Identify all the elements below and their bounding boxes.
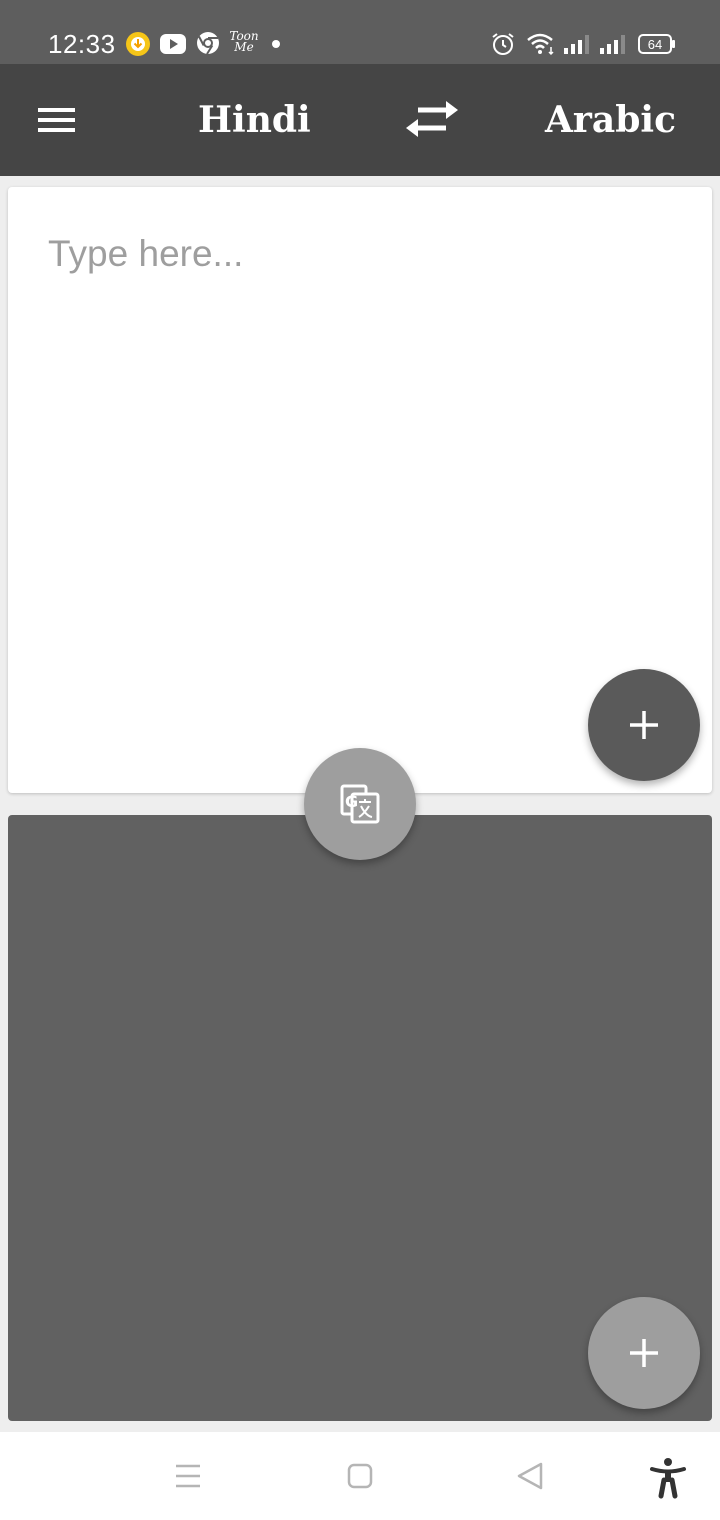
target-language-button[interactable]: Arabic xyxy=(545,100,676,140)
google-translate-icon: G xyxy=(340,784,380,824)
hamburger-menu-icon xyxy=(38,108,75,132)
app-bar: Hindi Arabic xyxy=(0,64,720,176)
recent-apps-button[interactable] xyxy=(166,1456,210,1500)
accessibility-button[interactable] xyxy=(646,1456,690,1500)
signal-icon xyxy=(564,35,589,54)
wifi-icon xyxy=(527,33,554,56)
chrome-icon xyxy=(197,32,219,55)
source-text-input[interactable] xyxy=(48,233,668,693)
status-time: 12:33 xyxy=(48,29,116,59)
swap-languages-button[interactable] xyxy=(400,96,464,144)
translate-button[interactable]: G xyxy=(304,748,416,860)
signal-icon xyxy=(600,35,625,54)
notification-dot-icon xyxy=(272,40,280,48)
accessibility-icon xyxy=(650,1458,686,1499)
screen: 12:33 Toon Me 64 Hindi Arabic Type here.… xyxy=(0,0,720,1520)
toonme-icon: Toon Me xyxy=(229,29,259,54)
source-language-button[interactable]: Hindi xyxy=(198,100,311,140)
battery-icon: 64 xyxy=(638,34,676,54)
back-button[interactable] xyxy=(508,1456,552,1500)
plus-icon xyxy=(630,1339,658,1367)
swap-arrows-icon xyxy=(406,101,458,137)
home-button[interactable] xyxy=(338,1456,382,1500)
recent-apps-icon xyxy=(176,1464,200,1488)
output-add-button[interactable] xyxy=(588,1297,700,1409)
menu-button[interactable] xyxy=(26,92,86,150)
svg-text:G: G xyxy=(345,792,358,811)
back-icon xyxy=(517,1462,543,1490)
status-bar: 12:33 Toon Me 64 xyxy=(0,0,720,64)
plus-icon xyxy=(630,711,658,739)
download-icon xyxy=(126,32,150,56)
battery-level: 64 xyxy=(647,36,663,52)
input-add-button[interactable] xyxy=(588,669,700,781)
home-icon xyxy=(347,1463,373,1489)
youtube-icon xyxy=(160,34,186,54)
alarm-icon xyxy=(492,33,514,55)
navigation-bar xyxy=(0,1432,720,1520)
